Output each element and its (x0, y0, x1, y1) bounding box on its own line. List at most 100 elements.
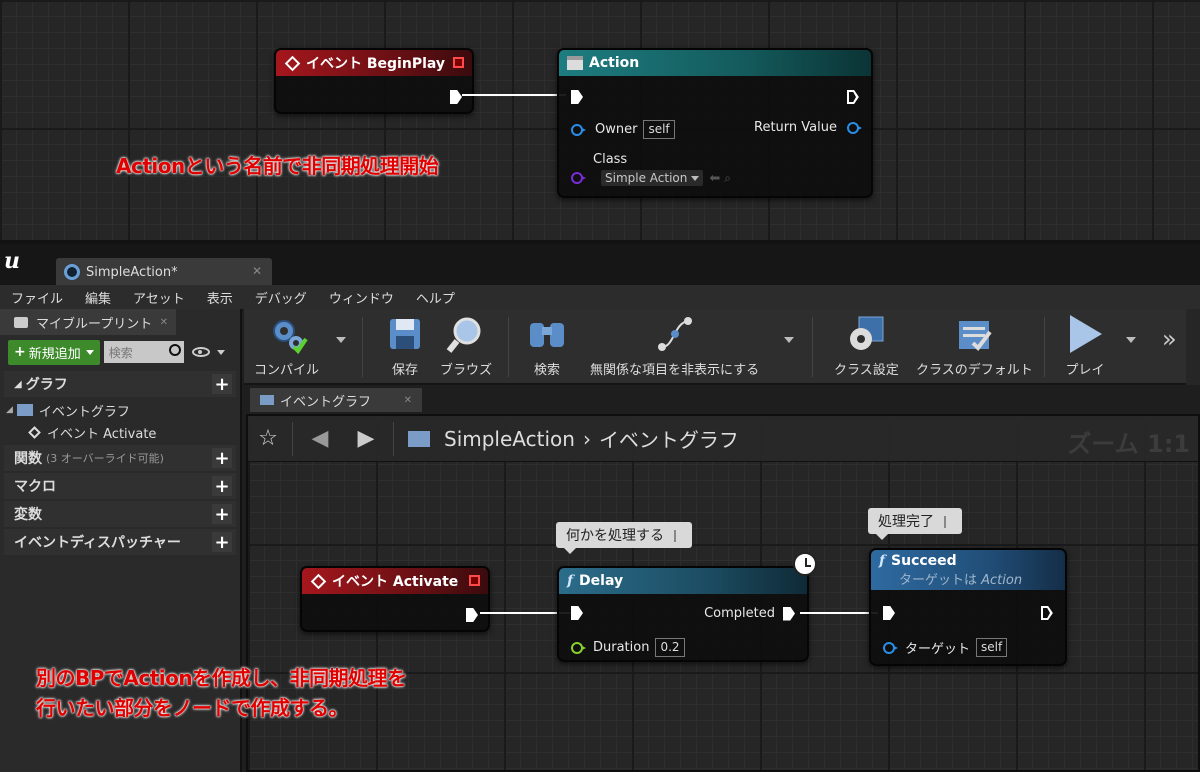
beginplay-exec-out-pin[interactable] (450, 90, 462, 104)
compile-button[interactable]: コンパイル (254, 313, 319, 378)
target-value[interactable]: self (976, 638, 1008, 657)
play-button[interactable]: プレイ (1064, 313, 1106, 378)
exec-out-hollow-icon (1041, 606, 1053, 620)
use-selected-arrow-icon[interactable]: ⬅ (709, 171, 720, 186)
document-tab[interactable]: SimpleAction* ✕ (56, 258, 272, 286)
search-input[interactable]: 検索 (103, 341, 184, 363)
browse-button[interactable]: ブラウズ (440, 313, 492, 378)
add-macro-button[interactable]: + (212, 476, 232, 497)
forward-arrow-icon[interactable]: ▶ (343, 426, 389, 451)
activate-node[interactable]: イベント Activate (300, 566, 490, 632)
hide-unrelated-label: 無関係な項目を非表示にする (590, 363, 760, 378)
top-graph-canvas[interactable]: イベント BeginPlay Action Owner self Return … (0, 0, 1200, 240)
action-exec-in-pin[interactable] (571, 90, 583, 104)
menu-asset[interactable]: アセット (122, 288, 196, 307)
functions-count: (3 オーバーライド可能) (46, 452, 164, 465)
action-exec-out-pin[interactable] (847, 90, 859, 104)
add-graph-button[interactable]: + (212, 374, 232, 395)
collapse-triangle-icon[interactable]: ◢ (14, 379, 22, 390)
delay-duration-pin[interactable]: Duration 0.2 (571, 638, 685, 657)
section-functions[interactable]: 関数 (3 オーバーライド可能) + (4, 445, 236, 471)
menu-debug[interactable]: デバッグ (244, 288, 318, 307)
action-node[interactable]: Action Owner self Return Value Class Sim… (557, 48, 873, 198)
browse-search-icon[interactable]: ⌕ (724, 171, 731, 186)
annotation-top: Actionという名前で非同期処理開始 (116, 154, 439, 178)
section-dispatchers[interactable]: イベントディスパッチャー + (4, 529, 236, 555)
menu-file[interactable]: ファイル (0, 288, 74, 307)
play-triangle-icon (1070, 315, 1102, 353)
menu-view[interactable]: 表示 (196, 288, 244, 307)
section-graphs[interactable]: ◢ グラフ + (4, 371, 236, 397)
delay-completed-pin[interactable]: Completed (704, 606, 795, 621)
action-class-pin[interactable]: Class (571, 152, 627, 167)
view-options-eye-icon[interactable] (191, 347, 210, 357)
chevron-down-icon[interactable] (216, 349, 225, 355)
add-variable-button[interactable]: + (212, 504, 232, 525)
succeed-target-pin[interactable]: ターゲット self (883, 638, 1008, 657)
delay-node[interactable]: f Delay Completed Duration 0.2 (557, 566, 809, 662)
event-diamond-icon (310, 573, 327, 589)
class-defaults-button[interactable]: クラスのデフォルト (916, 313, 1033, 378)
breadcrumb-separator (393, 421, 394, 456)
find-button[interactable]: 検索 (526, 313, 568, 378)
expand-triangle-icon[interactable]: ◢ (6, 405, 13, 415)
section-macros[interactable]: マクロ + (4, 473, 236, 499)
event-graph-tab[interactable]: イベントグラフ ✕ (250, 388, 422, 412)
action-return-pin[interactable]: Return Value (754, 120, 862, 135)
succeed-exec-in-pin[interactable] (883, 606, 895, 620)
my-blueprint-tab[interactable]: マイブループリント ✕ (0, 309, 176, 335)
section-variables[interactable]: 変数 + (4, 501, 236, 527)
save-disk-icon (390, 319, 420, 349)
exec-wire (462, 94, 566, 96)
close-icon[interactable]: ✕ (252, 264, 262, 278)
browse-magnifier-icon (446, 317, 481, 353)
succeed-comment-bubble[interactable]: 処理完了 (868, 508, 963, 540)
succeed-node[interactable]: f Succeed ターゲットは Action ターゲット self (869, 548, 1067, 666)
my-blueprint-toolbar: + 新規追加 検索 (0, 335, 240, 369)
event-graph-canvas[interactable]: ☆ ◀ ▶ SimpleAction › イベントグラフ ズーム 1:1 イベン… (246, 414, 1200, 772)
activate-exec-out-pin[interactable] (466, 608, 478, 622)
class-dropdown[interactable]: Simple Action (601, 170, 704, 186)
hide-unrelated-chevron-icon[interactable] (784, 337, 794, 343)
breadcrumb-blueprint[interactable]: SimpleAction (444, 427, 575, 451)
add-new-button[interactable]: + 新規追加 (8, 339, 100, 365)
menu-help[interactable]: ヘルプ (405, 288, 466, 307)
comment-pin-icon[interactable] (944, 516, 952, 528)
hide-unrelated-button[interactable]: 無関係な項目を非表示にする (590, 313, 759, 378)
class-settings-button[interactable]: クラス設定 (834, 313, 899, 378)
search-placeholder: 検索 (108, 345, 133, 360)
save-button[interactable]: 保存 (384, 313, 426, 378)
action-owner-pin[interactable]: Owner self (571, 120, 675, 139)
play-options-chevron-icon[interactable] (1126, 337, 1136, 343)
toolbar-overflow-chevrons-icon[interactable]: » (1162, 325, 1177, 353)
menu-window[interactable]: ウィンドウ (318, 288, 405, 307)
star-icon[interactable]: ☆ (248, 426, 288, 451)
toolbar-scrollbar[interactable] (1186, 309, 1200, 385)
succeed-exec-out-pin[interactable] (1041, 606, 1053, 620)
delay-exec-in-pin[interactable] (571, 606, 583, 620)
duration-value[interactable]: 0.2 (655, 638, 685, 657)
delay-comment-bubble[interactable]: 何かを処理する (556, 522, 693, 554)
breadcrumb: SimpleAction › イベントグラフ (408, 424, 739, 453)
add-function-button[interactable]: + (212, 448, 232, 469)
tree-item-event-graph-label: イベントグラフ (38, 404, 130, 420)
toolbar-separator (508, 317, 509, 377)
back-arrow-icon[interactable]: ◀ (297, 426, 343, 451)
add-dispatcher-button[interactable]: + (212, 532, 232, 553)
event-stop-icon (453, 57, 464, 68)
blueprint-editor-window: u SimpleAction* ✕ ファイル 編集 アセット 表示 デバッグ ウ… (0, 244, 1200, 772)
section-functions-label: 関数 (14, 451, 42, 467)
action-class-input[interactable]: Simple Action ⬅ ⌕ (571, 170, 731, 186)
beginplay-node[interactable]: イベント BeginPlay (274, 48, 474, 114)
close-icon[interactable]: ✕ (404, 395, 412, 406)
menu-edit[interactable]: 編集 (74, 288, 122, 307)
action-node-header: Action (559, 50, 871, 76)
chevron-down-icon (85, 349, 94, 355)
comment-pin-icon[interactable] (674, 530, 682, 542)
tree-item-event-activate[interactable]: イベント Activate (0, 421, 240, 443)
compile-options-chevron-icon[interactable] (336, 337, 346, 343)
breadcrumb-graph: イベントグラフ (598, 428, 739, 452)
close-icon[interactable]: ✕ (160, 317, 168, 328)
owner-value[interactable]: self (643, 120, 675, 139)
tree-item-event-graph[interactable]: ◢ イベントグラフ (0, 399, 240, 421)
